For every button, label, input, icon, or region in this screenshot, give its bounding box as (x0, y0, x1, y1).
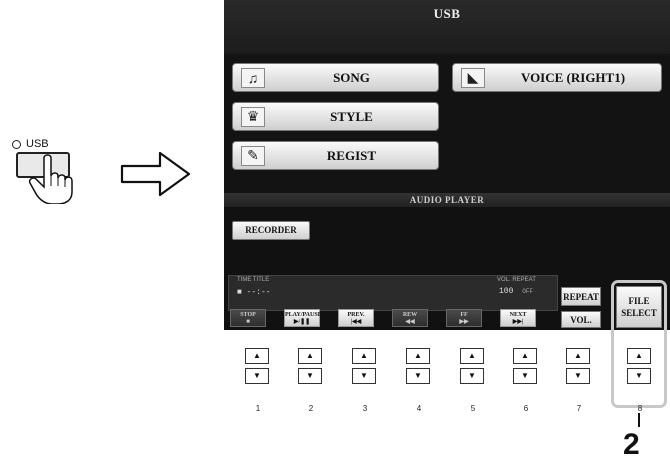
highlight-frame (611, 280, 667, 408)
up-button-5[interactable]: ▲ (460, 348, 484, 364)
up-button-3[interactable]: ▲ (352, 348, 376, 364)
rew-label: REW (402, 312, 418, 318)
rew-icon: ◀◀ (405, 319, 415, 325)
button-pair-4: ▲ ▼ (406, 348, 432, 384)
tab-song[interactable]: ♫ SONG (232, 63, 439, 92)
prev-label: PREV. (347, 312, 365, 318)
usb-led-indicator: USB (12, 138, 49, 150)
piano-icon: ◣ (461, 67, 485, 88)
lcd-header: USB (224, 0, 670, 54)
pointing-hand-icon (28, 154, 73, 204)
player-status-panel: TIME TITLE ■ --:-- VOL. REPEAT 100 OFF (228, 275, 558, 311)
volume-value: 100 (499, 287, 514, 296)
down-button-4[interactable]: ▼ (406, 368, 430, 384)
button-pair-2: ▲ ▼ (298, 348, 324, 384)
down-button-3[interactable]: ▼ (352, 368, 376, 384)
lcd-title: USB (433, 6, 461, 21)
audio-player-section-title: AUDIO PLAYER (224, 193, 670, 207)
stop-button[interactable]: STOP ■ (230, 309, 266, 327)
ff-icon: ▶▶ (459, 319, 469, 325)
button-pair-6: ▲ ▼ (513, 348, 539, 384)
tab-song-label: SONG (333, 69, 370, 85)
step-callout-number: 2 (623, 428, 640, 461)
usb-label: USB (26, 138, 49, 150)
up-button-1[interactable]: ▲ (245, 348, 269, 364)
stop-icon: ■ (246, 319, 250, 325)
player-vol-labels: VOL. REPEAT (497, 277, 536, 283)
button-number-4: 4 (416, 404, 422, 413)
next-label: NEXT (509, 312, 527, 318)
button-number-8: 8 (637, 404, 643, 413)
lcd-display: USB ♫ SONG ♛ STYLE ✎ REGIST ◣ VOICE (RIG… (224, 0, 670, 330)
down-button-2[interactable]: ▼ (298, 368, 322, 384)
document-icon: ✎ (241, 145, 265, 166)
tab-voice-right1[interactable]: ◣ VOICE (RIGHT1) (452, 63, 662, 92)
next-button[interactable]: NEXT ▶▶| (500, 309, 536, 327)
play-pause-icon: ▶/❚❚ (293, 319, 311, 325)
right-arrow-icon (120, 151, 191, 197)
drum-icon: ♛ (241, 106, 265, 127)
down-button-5[interactable]: ▼ (460, 368, 484, 384)
music-note-icon: ♫ (241, 67, 265, 88)
tab-style-label: STYLE (330, 108, 373, 124)
button-number-3: 3 (362, 404, 368, 413)
repeat-value: OFF (522, 288, 534, 295)
tab-voice-label: VOICE (RIGHT1) (520, 69, 626, 85)
prev-button[interactable]: PREV. |◀◀ (338, 309, 374, 327)
up-button-2[interactable]: ▲ (298, 348, 322, 364)
button-pair-8: ▲ ▼ (627, 348, 653, 384)
down-button-6[interactable]: ▼ (513, 368, 537, 384)
stop-label: STOP (240, 312, 256, 318)
button-number-1: 1 (255, 404, 261, 413)
button-pair-5: ▲ ▼ (460, 348, 486, 384)
button-number-2: 2 (308, 404, 314, 413)
tab-regist[interactable]: ✎ REGIST (232, 141, 439, 170)
button-number-6: 6 (523, 404, 529, 413)
led-dot-icon (12, 139, 21, 149)
callout-leader-line (638, 413, 640, 427)
player-time: ■ --:-- (237, 288, 271, 297)
player-vol-values: 100 OFF (499, 287, 533, 296)
button-number-5: 5 (470, 404, 476, 413)
up-button-8[interactable]: ▲ (627, 348, 651, 364)
up-button-4[interactable]: ▲ (406, 348, 430, 364)
down-button-7[interactable]: ▼ (566, 368, 590, 384)
tab-regist-label: REGIST (326, 147, 377, 163)
up-button-7[interactable]: ▲ (566, 348, 590, 364)
volume-button[interactable]: VOL. (561, 311, 601, 328)
tab-style[interactable]: ♛ STYLE (232, 102, 439, 131)
repeat-button[interactable]: REPEAT (561, 287, 601, 306)
prev-icon: |◀◀ (350, 319, 362, 325)
play-pause-label: PLAY/PAUSE (285, 312, 322, 318)
player-labels: TIME TITLE (237, 277, 270, 283)
rew-button[interactable]: REW ◀◀ (392, 309, 428, 327)
button-pair-7: ▲ ▼ (566, 348, 592, 384)
ff-button[interactable]: FF ▶▶ (446, 309, 482, 327)
button-pair-3: ▲ ▼ (352, 348, 378, 384)
play-pause-button[interactable]: PLAY/PAUSE ▶/❚❚ (284, 309, 322, 327)
ff-label: FF (460, 312, 468, 318)
button-pair-1: ▲ ▼ (245, 348, 271, 384)
next-icon: ▶▶| (512, 319, 524, 325)
down-button-8[interactable]: ▼ (627, 368, 651, 384)
down-button-1[interactable]: ▼ (245, 368, 269, 384)
up-button-6[interactable]: ▲ (513, 348, 537, 364)
button-number-7: 7 (576, 404, 582, 413)
recorder-button[interactable]: RECORDER (232, 221, 310, 240)
